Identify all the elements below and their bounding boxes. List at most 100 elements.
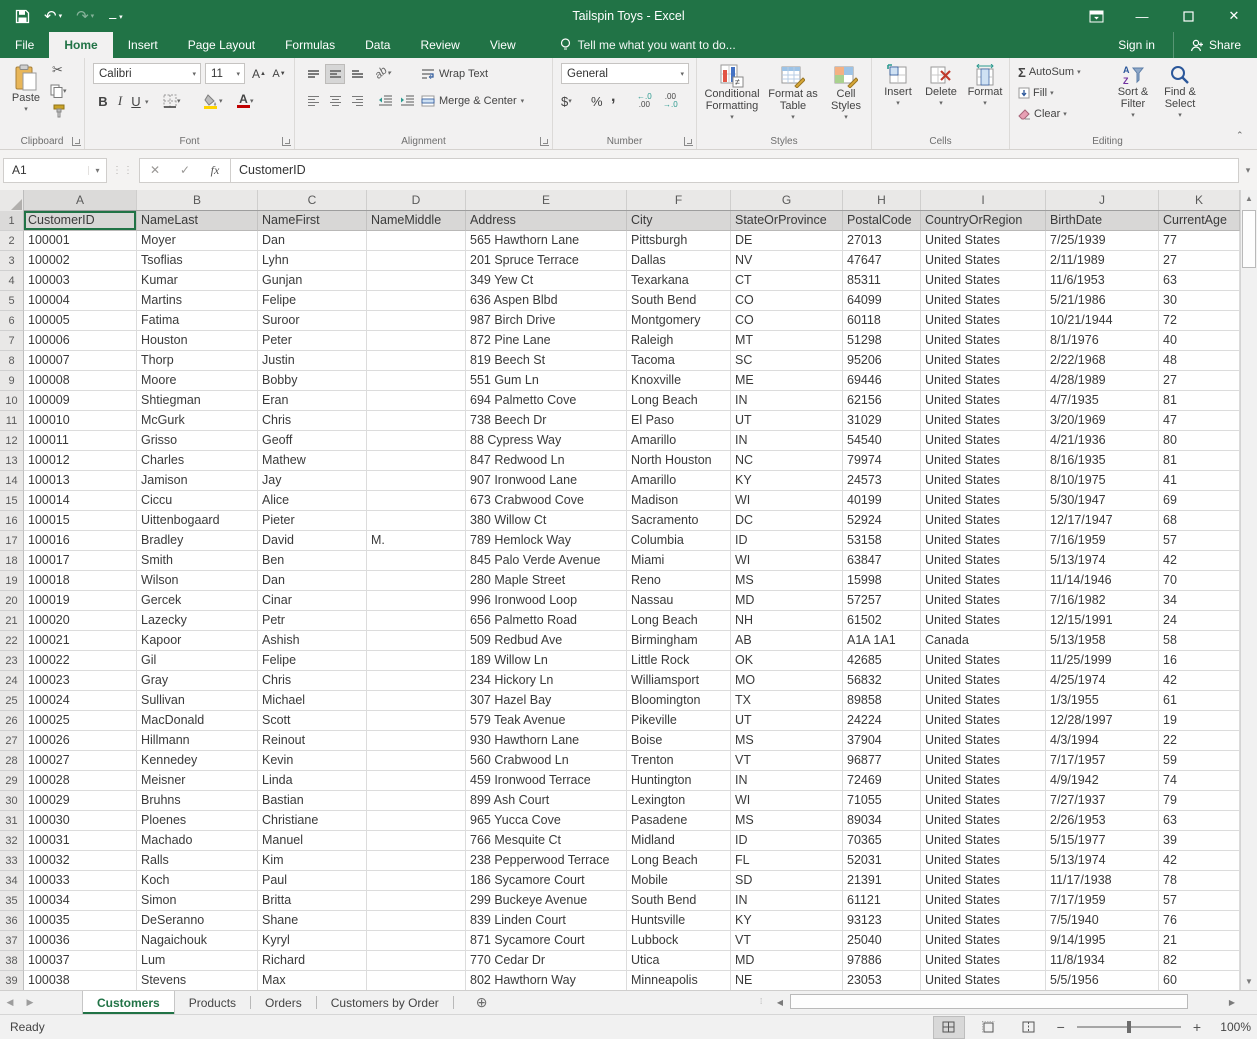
cell-I30[interactable]: United States — [921, 791, 1046, 811]
cell-F14[interactable]: Amarillo — [627, 471, 731, 491]
cell-E3[interactable]: 201 Spruce Terrace — [466, 251, 627, 271]
cell-E8[interactable]: 819 Beech St — [466, 351, 627, 371]
cell-J9[interactable]: 4/28/1989 — [1046, 371, 1159, 391]
format-painter-button[interactable] — [52, 104, 66, 118]
cell-B33[interactable]: Ralls — [137, 851, 258, 871]
cell-F11[interactable]: El Paso — [627, 411, 731, 431]
cell-H1[interactable]: PostalCode — [843, 211, 921, 231]
cell-I29[interactable]: United States — [921, 771, 1046, 791]
row-header-12[interactable]: 12 — [0, 431, 24, 451]
cell-H30[interactable]: 71055 — [843, 791, 921, 811]
cell-J22[interactable]: 5/13/1958 — [1046, 631, 1159, 651]
cell-I12[interactable]: United States — [921, 431, 1046, 451]
row-header-4[interactable]: 4 — [0, 271, 24, 291]
cell-A29[interactable]: 100028 — [24, 771, 137, 791]
increase-indent-button[interactable] — [397, 91, 417, 111]
cell-J37[interactable]: 9/14/1995 — [1046, 931, 1159, 951]
row-header-1[interactable]: 1 — [0, 211, 24, 231]
cell-A39[interactable]: 100038 — [24, 971, 137, 990]
cell-A18[interactable]: 100017 — [24, 551, 137, 571]
cell-D20[interactable] — [367, 591, 466, 611]
cell-H15[interactable]: 40199 — [843, 491, 921, 511]
cell-G31[interactable]: MS — [731, 811, 843, 831]
cell-C26[interactable]: Scott — [258, 711, 367, 731]
scroll-up-arrow[interactable]: ▲ — [1241, 190, 1257, 207]
insert-cells-dropdown-arrow[interactable]: ▾ — [896, 98, 900, 110]
cell-A4[interactable]: 100003 — [24, 271, 137, 291]
cell-K11[interactable]: 47 — [1159, 411, 1240, 431]
cell-E28[interactable]: 560 Crabwood Ln — [466, 751, 627, 771]
cell-B21[interactable]: Lazecky — [137, 611, 258, 631]
cell-H23[interactable]: 42685 — [843, 651, 921, 671]
cell-I26[interactable]: United States — [921, 711, 1046, 731]
cell-C11[interactable]: Chris — [258, 411, 367, 431]
cell-F23[interactable]: Little Rock — [627, 651, 731, 671]
cell-C5[interactable]: Felipe — [258, 291, 367, 311]
cell-D15[interactable] — [367, 491, 466, 511]
cell-K36[interactable]: 76 — [1159, 911, 1240, 931]
cell-D32[interactable] — [367, 831, 466, 851]
cell-I22[interactable]: Canada — [921, 631, 1046, 651]
row-header-31[interactable]: 31 — [0, 811, 24, 831]
cell-C37[interactable]: Kyryl — [258, 931, 367, 951]
autosum-button[interactable]: Σ AutoSum ▾ — [1018, 62, 1081, 82]
cell-G20[interactable]: MD — [731, 591, 843, 611]
new-sheet-button[interactable]: ⊕ — [476, 991, 488, 1014]
cell-A23[interactable]: 100022 — [24, 651, 137, 671]
cell-B9[interactable]: Moore — [137, 371, 258, 391]
cell-C24[interactable]: Chris — [258, 671, 367, 691]
cell-A7[interactable]: 100006 — [24, 331, 137, 351]
cell-F13[interactable]: North Houston — [627, 451, 731, 471]
cell-B25[interactable]: Sullivan — [137, 691, 258, 711]
zoom-slider[interactable] — [1077, 1026, 1181, 1028]
cell-H6[interactable]: 60118 — [843, 311, 921, 331]
cell-K22[interactable]: 58 — [1159, 631, 1240, 651]
cell-K5[interactable]: 30 — [1159, 291, 1240, 311]
cell-I21[interactable]: United States — [921, 611, 1046, 631]
cell-I16[interactable]: United States — [921, 511, 1046, 531]
format-cells-dropdown-arrow[interactable]: ▾ — [983, 98, 987, 110]
cell-J27[interactable]: 4/3/1994 — [1046, 731, 1159, 751]
cell-I14[interactable]: United States — [921, 471, 1046, 491]
cell-C31[interactable]: Christiane — [258, 811, 367, 831]
number-format-combo[interactable]: General ▾ — [561, 63, 689, 84]
cell-B2[interactable]: Moyer — [137, 231, 258, 251]
orientation-button[interactable]: ab ▾ — [375, 63, 391, 83]
top-align-button[interactable] — [303, 64, 323, 84]
cell-I37[interactable]: United States — [921, 931, 1046, 951]
font-size-combo[interactable]: 11 ▾ — [205, 63, 245, 84]
cell-J31[interactable]: 2/26/1953 — [1046, 811, 1159, 831]
cell-I9[interactable]: United States — [921, 371, 1046, 391]
cell-F4[interactable]: Texarkana — [627, 271, 731, 291]
cell-E29[interactable]: 459 Ironwood Terrace — [466, 771, 627, 791]
cell-C25[interactable]: Michael — [258, 691, 367, 711]
cell-J32[interactable]: 5/15/1977 — [1046, 831, 1159, 851]
cell-I5[interactable]: United States — [921, 291, 1046, 311]
cell-F31[interactable]: Pasadene — [627, 811, 731, 831]
zoom-in-button[interactable]: + — [1189, 1019, 1205, 1035]
cell-D35[interactable] — [367, 891, 466, 911]
cell-F38[interactable]: Utica — [627, 951, 731, 971]
cell-styles-button[interactable]: Cell Styles ▾ — [823, 60, 869, 124]
cell-B23[interactable]: Gil — [137, 651, 258, 671]
cell-B4[interactable]: Kumar — [137, 271, 258, 291]
cell-B10[interactable]: Shtiegman — [137, 391, 258, 411]
cell-K34[interactable]: 78 — [1159, 871, 1240, 891]
cell-E25[interactable]: 307 Hazel Bay — [466, 691, 627, 711]
cell-A16[interactable]: 100015 — [24, 511, 137, 531]
cell-K7[interactable]: 40 — [1159, 331, 1240, 351]
cell-E36[interactable]: 839 Linden Court — [466, 911, 627, 931]
cell-I6[interactable]: United States — [921, 311, 1046, 331]
column-header-E[interactable]: E — [466, 190, 627, 210]
cell-A5[interactable]: 100004 — [24, 291, 137, 311]
cell-G16[interactable]: DC — [731, 511, 843, 531]
cell-K31[interactable]: 63 — [1159, 811, 1240, 831]
cell-D25[interactable] — [367, 691, 466, 711]
cell-H18[interactable]: 63847 — [843, 551, 921, 571]
cell-C4[interactable]: Gunjan — [258, 271, 367, 291]
cell-J29[interactable]: 4/9/1942 — [1046, 771, 1159, 791]
cell-I28[interactable]: United States — [921, 751, 1046, 771]
scroll-left-arrow[interactable]: ◀ — [772, 994, 788, 1010]
cell-B32[interactable]: Machado — [137, 831, 258, 851]
cell-H26[interactable]: 24224 — [843, 711, 921, 731]
